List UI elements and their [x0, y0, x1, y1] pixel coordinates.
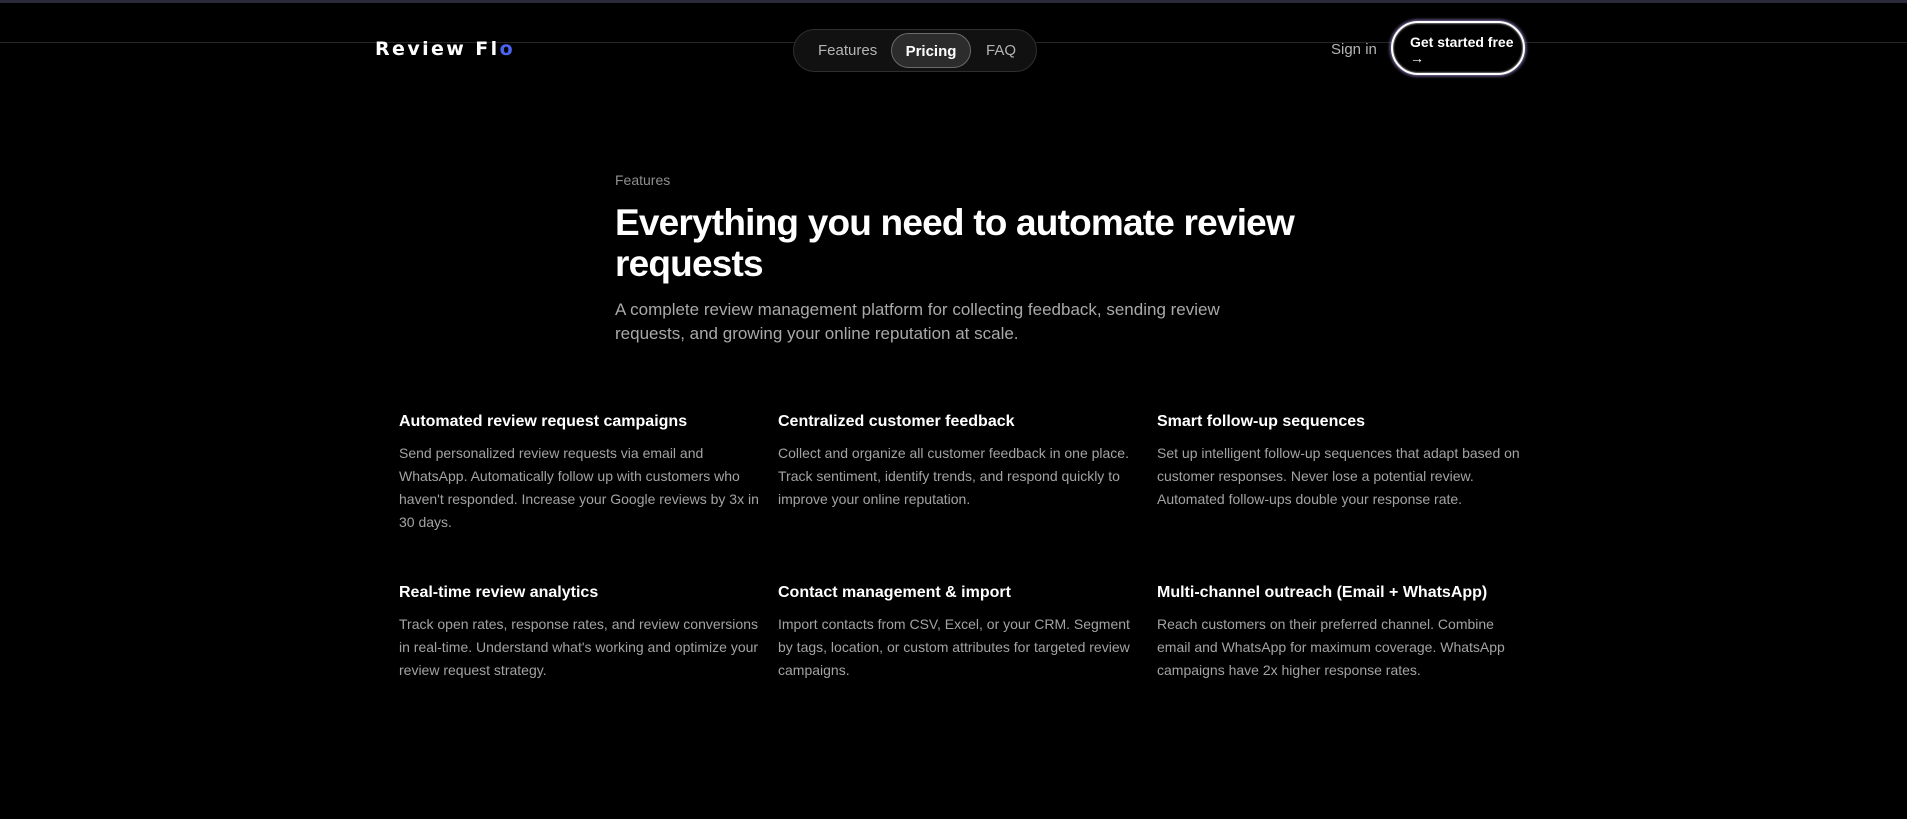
feature-title: Centralized customer feedback	[778, 413, 1015, 430]
feature-title: Contact management & import	[778, 584, 1011, 601]
feature-card-analytics: Real-time review analytics Track open ra…	[399, 583, 764, 682]
nav-item-pricing[interactable]: Pricing	[891, 33, 971, 68]
window-top-border	[0, 0, 1907, 3]
brand-name: Review Fl	[375, 38, 500, 60]
section-eyebrow: Features	[615, 172, 671, 188]
feature-description: Import contacts from CSV, Excel, or your…	[778, 616, 1130, 678]
feature-description: Set up intelligent follow-up sequences t…	[1157, 445, 1520, 507]
feature-description: Reach customers on their preferred chann…	[1157, 616, 1505, 678]
nav-item-features[interactable]: Features	[818, 30, 877, 71]
feature-title: Real-time review analytics	[399, 584, 599, 601]
sign-in-link[interactable]: Sign in	[1331, 41, 1377, 58]
feature-card-contact-management: Contact management & import Import conta…	[778, 583, 1143, 682]
feature-card-customer-feedback: Centralized customer feedback Collect an…	[778, 412, 1143, 511]
feature-card-review-campaigns: Automated review request campaigns Send …	[399, 412, 764, 534]
feature-title: Smart follow-up sequences	[1157, 413, 1366, 430]
feature-description: Send personalized review requests via em…	[399, 445, 759, 530]
feature-card-multi-channel: Multi-channel outreach (Email + WhatsApp…	[1157, 583, 1522, 682]
get-started-button[interactable]: Get started free →	[1391, 21, 1525, 75]
feature-card-follow-up: Smart follow-up sequences Set up intelli…	[1157, 412, 1522, 511]
get-started-label: Get started free	[1410, 34, 1514, 50]
nav-item-faq[interactable]: FAQ	[986, 30, 1016, 71]
section-title: Everything you need to automate review r…	[615, 202, 1295, 284]
feature-title: Multi-channel outreach (Email + WhatsApp…	[1157, 584, 1488, 601]
main-nav: Features Pricing FAQ	[793, 29, 1037, 72]
feature-description: Track open rates, response rates, and re…	[399, 616, 759, 678]
brand-name-accent: o	[499, 38, 516, 60]
feature-description: Collect and organize all customer feedba…	[778, 445, 1129, 507]
feature-title: Automated review request campaigns	[399, 413, 688, 430]
section-subtitle: A complete review management platform fo…	[615, 300, 1220, 343]
arrow-right-icon: →	[1410, 50, 1424, 66]
brand-logo[interactable]: Review Flo	[375, 38, 515, 60]
